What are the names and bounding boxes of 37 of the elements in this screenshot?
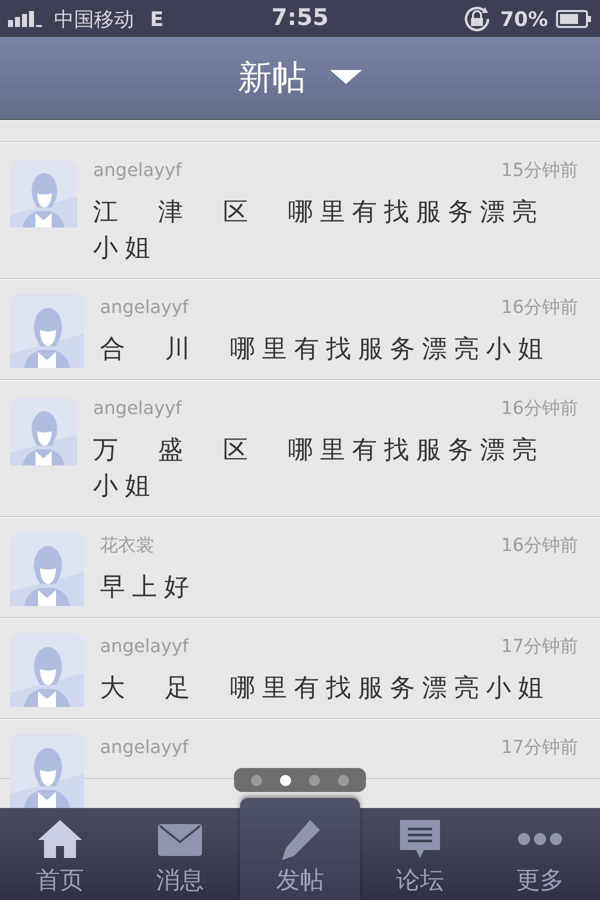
author-name: angelayyf <box>100 296 189 320</box>
page-dot[interactable] <box>251 774 262 786</box>
clock-time: 7:55 <box>271 4 329 34</box>
post-title[interactable]: 早上好 <box>100 569 558 617</box>
avatar-icon <box>10 294 84 368</box>
post-time: 16分钟前 <box>501 296 578 320</box>
post-time: 16分钟前 <box>501 534 578 558</box>
page-dot[interactable] <box>309 774 320 786</box>
post-title[interactable]: 合 川 哪里有找服务漂亮小姐 <box>100 331 558 379</box>
post-time: 17分钟前 <box>501 736 578 760</box>
network-type: E <box>150 6 164 32</box>
battery-icon <box>556 10 592 28</box>
page-dot[interactable] <box>338 774 349 786</box>
author-name: angelayyf <box>100 635 189 659</box>
post-time: 15分钟前 <box>501 159 578 183</box>
tab-bar-item[interactable]: 更多 <box>480 808 600 900</box>
more-icon <box>516 832 564 846</box>
battery-percent: 70% <box>500 6 548 32</box>
tab-bar-item[interactable]: 论坛 <box>360 808 480 900</box>
page-dot[interactable] <box>280 774 291 786</box>
avatar-icon <box>10 532 84 606</box>
author-name: angelayyf <box>93 159 182 183</box>
post-title[interactable]: 大 足 哪里有找服务漂亮小姐 <box>100 670 558 718</box>
avatar-icon <box>10 633 84 707</box>
tab-bar-item[interactable]: 首页 <box>0 808 120 900</box>
page-title: 新帖 <box>238 56 306 100</box>
post-time: 17分钟前 <box>501 635 578 659</box>
author-name: angelayyf <box>93 397 182 421</box>
author-name: 花衣裳 <box>100 534 154 558</box>
tab-bar-item[interactable]: 消息 <box>120 808 240 900</box>
dropdown-caret-icon[interactable] <box>330 70 362 86</box>
author-name: angelayyf <box>100 736 189 760</box>
carrier-name: 中国移动 <box>54 6 134 32</box>
post-time: 16分钟前 <box>501 397 578 421</box>
tab-bar-item[interactable]: 发帖 <box>240 798 360 900</box>
post-title[interactable]: 江 津 区 哪里有找服务漂亮小姐 <box>93 194 558 278</box>
post-title[interactable]: 万 盛 区 哪里有找服务漂亮小姐 <box>93 432 558 516</box>
